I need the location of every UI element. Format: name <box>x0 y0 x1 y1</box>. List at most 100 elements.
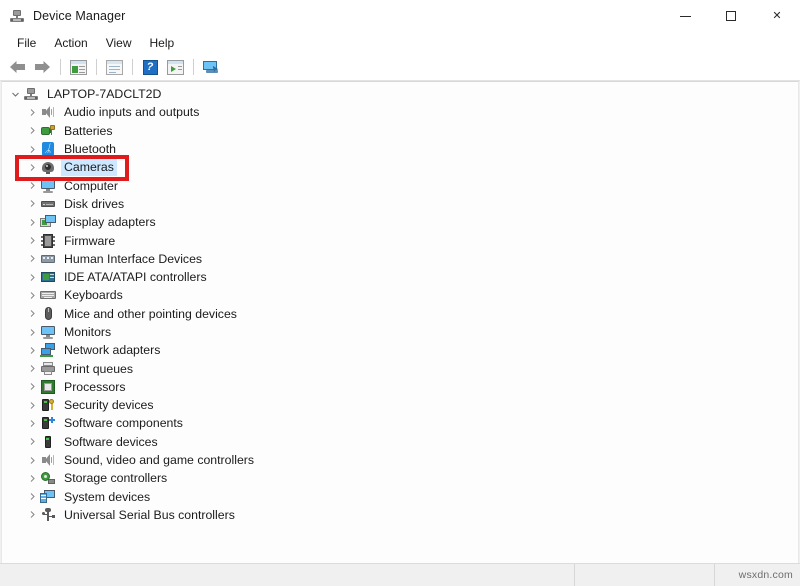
tree-item-display-adapters[interactable]: Display adapters <box>2 213 798 231</box>
chevron-right-icon[interactable] <box>25 419 40 428</box>
chevron-right-icon[interactable] <box>25 364 40 373</box>
menu-item-action[interactable]: Action <box>45 34 96 52</box>
toolbar-separator-2 <box>96 59 97 75</box>
help-button[interactable]: ? <box>138 56 162 78</box>
tree-item-monitors[interactable]: Monitors <box>2 323 798 341</box>
toolbar-separator-4 <box>193 59 194 75</box>
network-adapter-icon <box>40 342 57 358</box>
chevron-right-icon[interactable] <box>25 346 40 355</box>
firmware-chip-icon <box>40 233 57 249</box>
tree-item-cameras[interactable]: Cameras <box>2 158 798 176</box>
chevron-right-icon[interactable] <box>25 218 40 227</box>
tree-item-audio-inputs-and-outputs[interactable]: Audio inputs and outputs <box>2 103 798 121</box>
storage-controller-icon <box>40 470 57 486</box>
chevron-right-icon[interactable] <box>25 474 40 483</box>
printer-icon <box>40 361 57 377</box>
chevron-right-icon[interactable] <box>25 291 40 300</box>
tree-item-label: Batteries <box>62 123 115 139</box>
menu-item-view[interactable]: View <box>97 34 141 52</box>
bluetooth-icon: ᛦ <box>40 141 57 157</box>
tree-item-software-devices[interactable]: Software devices <box>2 433 798 451</box>
watermark-label: wsxdn.com <box>739 569 793 581</box>
device-manager-window: Device Manager ✕ File Action View Help <box>0 0 800 586</box>
caption-button-group: ✕ <box>662 0 800 32</box>
chevron-right-icon[interactable] <box>25 401 40 410</box>
tree-item-network-adapters[interactable]: Network adapters <box>2 341 798 359</box>
tree-item-print-queues[interactable]: Print queues <box>2 359 798 377</box>
toolbar: ? <box>0 54 800 81</box>
tree-item-label: Print queues <box>62 361 135 377</box>
maximize-button[interactable] <box>708 0 754 32</box>
menu-item-file[interactable]: File <box>8 34 45 52</box>
scan-hardware-changes-button[interactable] <box>163 56 187 78</box>
tree-item-firmware[interactable]: Firmware <box>2 231 798 249</box>
chevron-right-icon[interactable] <box>25 273 40 282</box>
tree-children-container: Audio inputs and outputs BatteriesᛦBlueto… <box>2 103 798 524</box>
status-bar: wsxdn.com <box>0 563 800 586</box>
chevron-right-icon[interactable] <box>25 328 40 337</box>
forward-arrow-icon <box>34 60 51 74</box>
tree-item-system-devices[interactable]: System devices <box>2 488 798 506</box>
tree-item-security-devices[interactable]: Security devices <box>2 396 798 414</box>
maximize-icon <box>726 11 736 21</box>
chevron-right-icon[interactable] <box>25 236 40 245</box>
chevron-right-icon[interactable] <box>25 510 40 519</box>
tree-item-computer[interactable]: Computer <box>2 176 798 194</box>
chevron-right-icon[interactable] <box>25 181 40 190</box>
chevron-right-icon[interactable] <box>25 382 40 391</box>
tree-item-ide-ata-atapi-controllers[interactable]: IDE ATA/ATAPI controllers <box>2 268 798 286</box>
chevron-right-icon[interactable] <box>25 492 40 501</box>
close-button[interactable]: ✕ <box>754 0 800 32</box>
tree-item-human-interface-devices[interactable]: Human Interface Devices <box>2 250 798 268</box>
tree-item-label: Network adapters <box>62 342 162 358</box>
tree-item-label: Audio inputs and outputs <box>62 104 201 120</box>
chevron-right-icon[interactable] <box>25 199 40 208</box>
chevron-right-icon[interactable] <box>25 254 40 263</box>
tree-item-label: Disk drives <box>62 196 126 212</box>
back-button[interactable] <box>5 56 29 78</box>
device-tree[interactable]: LAPTOP-7ADCLT2D Audio inputs and outputs… <box>1 81 799 563</box>
tree-item-storage-controllers[interactable]: Storage controllers <box>2 469 798 487</box>
disk-drive-icon <box>40 196 57 212</box>
tree-item-disk-drives[interactable]: Disk drives <box>2 195 798 213</box>
tree-item-label: Software components <box>62 415 185 431</box>
tree-root-item[interactable]: LAPTOP-7ADCLT2D <box>2 85 798 103</box>
tree-item-label: System devices <box>62 489 152 505</box>
toolbar-separator-3 <box>132 59 133 75</box>
chevron-right-icon[interactable] <box>25 163 40 172</box>
chevron-right-icon[interactable] <box>25 437 40 446</box>
chevron-right-icon[interactable] <box>25 126 40 135</box>
tree-item-keyboards[interactable]: Keyboards <box>2 286 798 304</box>
update-driver-button[interactable] <box>102 56 126 78</box>
chevron-right-icon[interactable] <box>25 309 40 318</box>
tree-item-label: Storage controllers <box>62 470 169 486</box>
chevron-down-icon[interactable] <box>8 90 23 99</box>
tree-item-universal-serial-bus-controllers[interactable]: Universal Serial Bus controllers <box>2 506 798 524</box>
menu-bar: File Action View Help <box>0 32 800 54</box>
tree-item-mice-and-other-pointing-devices[interactable]: Mice and other pointing devices <box>2 305 798 323</box>
menu-item-help[interactable]: Help <box>141 34 184 52</box>
minimize-button[interactable] <box>662 0 708 32</box>
content-area: LAPTOP-7ADCLT2D Audio inputs and outputs… <box>0 81 800 563</box>
chevron-right-icon[interactable] <box>25 145 40 154</box>
display-adapter-icon <box>40 214 57 230</box>
tree-item-sound-video-and-game-controllers[interactable]: Sound, video and game controllers <box>2 451 798 469</box>
tree-item-label: Cameras <box>62 159 116 175</box>
tree-item-label: Processors <box>62 379 128 395</box>
tree-item-batteries[interactable]: Batteries <box>2 122 798 140</box>
tree-item-bluetooth[interactable]: ᛦBluetooth <box>2 140 798 158</box>
tree-item-software-components[interactable]: Software components <box>2 414 798 432</box>
tree-item-processors[interactable]: Processors <box>2 378 798 396</box>
properties-icon <box>70 60 87 75</box>
keyboard-icon <box>40 287 57 303</box>
tree-root-label: LAPTOP-7ADCLT2D <box>45 86 163 102</box>
monitor-icon <box>40 324 57 340</box>
title-bar: Device Manager ✕ <box>0 0 800 32</box>
show-console-tree-button[interactable] <box>199 56 223 78</box>
chevron-right-icon[interactable] <box>25 108 40 117</box>
computer-root-icon <box>23 86 40 102</box>
chevron-right-icon[interactable] <box>25 456 40 465</box>
tree-item-label: Firmware <box>62 233 117 249</box>
properties-button[interactable] <box>66 56 90 78</box>
forward-button[interactable] <box>30 56 54 78</box>
